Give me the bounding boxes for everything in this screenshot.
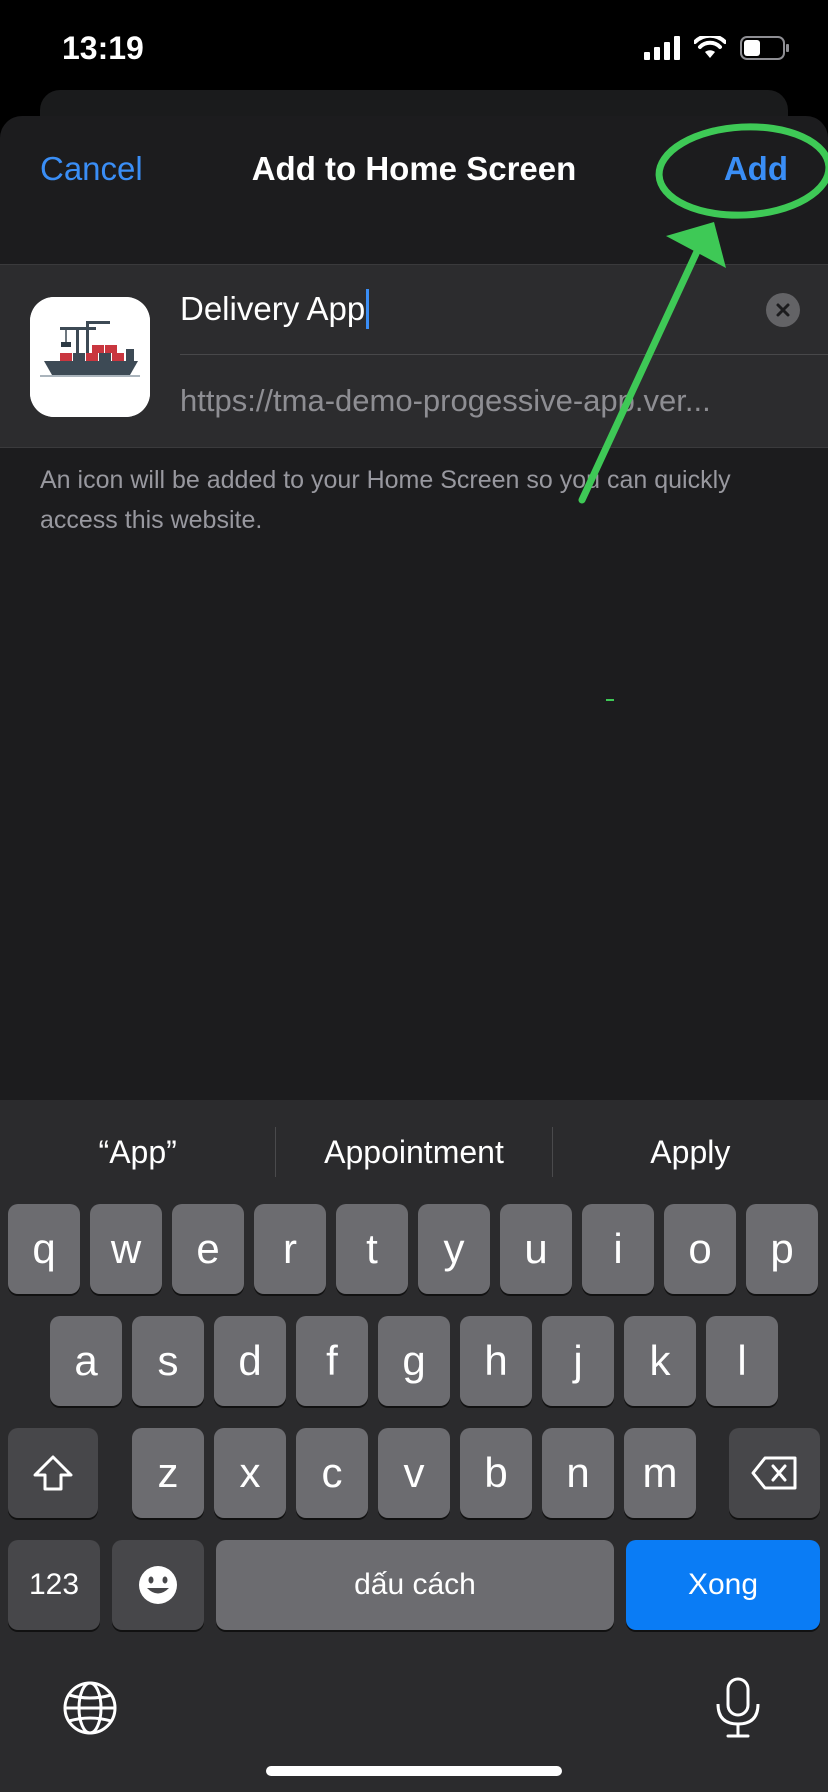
bookmark-form: Delivery App https://tma-demo-progessive… <box>0 264 828 448</box>
key-x[interactable]: x <box>214 1428 286 1518</box>
app-icon <box>30 297 150 417</box>
key-s[interactable]: s <box>132 1316 204 1406</box>
shift-key[interactable] <box>8 1428 98 1518</box>
backspace-icon <box>751 1456 796 1490</box>
key-b[interactable]: b <box>460 1428 532 1518</box>
globe-button[interactable] <box>62 1680 118 1736</box>
key-e[interactable]: e <box>172 1204 244 1294</box>
suggestion-item[interactable]: Appointment <box>276 1134 551 1171</box>
url-text: https://tma-demo-progessive-app.ver... <box>180 383 711 418</box>
wifi-icon <box>694 36 726 58</box>
status-bar: 13:19 <box>0 0 828 100</box>
key-q[interactable]: q <box>8 1204 80 1294</box>
name-row: Delivery App <box>180 265 828 355</box>
emoji-key[interactable] <box>112 1540 204 1630</box>
microphone-icon <box>716 1677 760 1738</box>
key-f[interactable]: f <box>296 1316 368 1406</box>
key-i[interactable]: i <box>582 1204 654 1294</box>
key-o[interactable]: o <box>664 1204 736 1294</box>
clear-text-button[interactable] <box>766 293 800 327</box>
key-h[interactable]: h <box>460 1316 532 1406</box>
cargo-ship-icon <box>30 297 150 417</box>
globe-icon <box>63 1681 117 1735</box>
key-p[interactable]: p <box>746 1204 818 1294</box>
shift-arrow-icon <box>33 1455 73 1491</box>
status-time: 13:19 <box>62 30 144 66</box>
text-caret <box>366 289 370 329</box>
sheet-title: Add to Home Screen <box>251 150 577 187</box>
space-key[interactable]: dấu cách <box>216 1540 614 1630</box>
key-c[interactable]: c <box>296 1428 368 1518</box>
key-r[interactable]: r <box>254 1204 326 1294</box>
emoji-icon <box>139 1566 177 1604</box>
battery-icon <box>740 36 789 60</box>
key-u[interactable]: u <box>500 1204 572 1294</box>
name-input-value: Delivery App <box>180 290 366 327</box>
key-z[interactable]: z <box>132 1428 204 1518</box>
suggestion-item[interactable]: “App” <box>0 1134 275 1171</box>
key-l[interactable]: l <box>706 1316 778 1406</box>
delete-key[interactable] <box>729 1428 820 1518</box>
key-t[interactable]: t <box>336 1204 408 1294</box>
key-n[interactable]: n <box>542 1428 614 1518</box>
helper-text: An icon will be added to your Home Scree… <box>40 466 731 534</box>
suggestion-item[interactable]: Apply <box>553 1134 828 1171</box>
key-j[interactable]: j <box>542 1316 614 1406</box>
suggestion-bar: “App” Appointment Apply <box>0 1100 828 1204</box>
status-icons <box>644 36 790 60</box>
close-icon <box>776 303 790 317</box>
add-button[interactable]: Add <box>724 150 788 188</box>
numbers-key[interactable]: 123 <box>8 1540 100 1630</box>
key-y[interactable]: y <box>418 1204 490 1294</box>
name-input[interactable]: Delivery App <box>180 289 370 329</box>
key-d[interactable]: d <box>214 1316 286 1406</box>
cellular-signal-icon <box>644 36 680 60</box>
key-m[interactable]: m <box>624 1428 696 1518</box>
key-w[interactable]: w <box>90 1204 162 1294</box>
nav-bar: Cancel Add to Home Screen Add <box>0 116 828 264</box>
dictation-button[interactable] <box>712 1676 764 1740</box>
keyboard: “App” Appointment Apply q w e r t y u i … <box>0 1100 828 1792</box>
key-k[interactable]: k <box>624 1316 696 1406</box>
key-a[interactable]: a <box>50 1316 122 1406</box>
key-v[interactable]: v <box>378 1428 450 1518</box>
key-g[interactable]: g <box>378 1316 450 1406</box>
home-indicator <box>266 1766 562 1776</box>
done-key[interactable]: Xong <box>626 1540 820 1630</box>
